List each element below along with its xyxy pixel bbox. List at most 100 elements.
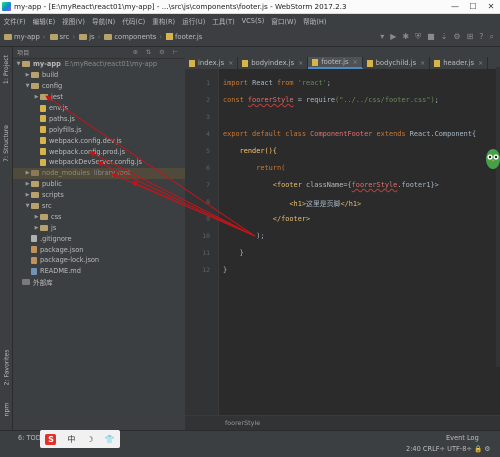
vcs-update-icon[interactable]: ⇣ bbox=[441, 32, 448, 41]
help-icon[interactable]: ? bbox=[479, 32, 483, 41]
minimize-button[interactable]: — bbox=[446, 2, 464, 11]
close-tab-icon[interactable]: × bbox=[298, 60, 303, 67]
menu-help[interactable]: 帮助(H) bbox=[300, 16, 330, 26]
close-button[interactable]: ✕ bbox=[482, 2, 500, 11]
menu-refactor[interactable]: 重构(R) bbox=[149, 16, 179, 26]
chevron-right-icon[interactable]: ▶ bbox=[24, 181, 31, 187]
menu-window[interactable]: 窗口(W) bbox=[268, 16, 300, 26]
settings-icon[interactable]: ⚙ bbox=[453, 32, 460, 41]
tree-item[interactable]: env.js bbox=[13, 103, 185, 114]
chevron-right-icon[interactable]: ▶ bbox=[33, 94, 40, 100]
project-view-dropdown[interactable]: 项目 bbox=[17, 48, 29, 57]
menu-file[interactable]: 文件(F) bbox=[0, 16, 29, 26]
tree-item[interactable]: webpack.config.prod.js bbox=[13, 146, 185, 157]
run-config-dropdown[interactable]: ▾ bbox=[380, 32, 384, 41]
chevron-down-icon[interactable]: ▼ bbox=[15, 61, 22, 67]
close-tab-icon[interactable]: × bbox=[420, 60, 425, 67]
breadcrumb-footer-js[interactable]: footer.js bbox=[162, 33, 202, 41]
editor-tab[interactable]: bodyindex.js × bbox=[238, 57, 309, 69]
tree-item[interactable]: polyfills.js bbox=[13, 124, 185, 135]
chevron-right-icon[interactable]: ▶ bbox=[24, 72, 31, 78]
tree-item[interactable]: ▶ css bbox=[13, 211, 185, 222]
menu-vcs[interactable]: VCS(S) bbox=[238, 17, 268, 25]
tool-tab-project[interactable]: 1: Project bbox=[0, 49, 13, 89]
chevron-right-icon[interactable]: ▶ bbox=[24, 170, 31, 176]
tree-item[interactable]: ▼ my-app E:\myReact\react01\my-app bbox=[13, 59, 185, 70]
menu-edit[interactable]: 编辑(E) bbox=[29, 16, 59, 26]
tool-tab-structure[interactable]: 7: Structure bbox=[0, 121, 13, 165]
stop-icon[interactable]: ■ bbox=[427, 32, 435, 41]
menu-navigate[interactable]: 导航(N) bbox=[88, 16, 118, 26]
caret-position-info[interactable]: 2:40 CRLF÷ UTF-8÷ 🔒 ⚙ bbox=[406, 445, 490, 453]
debug-icon[interactable]: ✱ bbox=[402, 32, 409, 41]
chevron-right-icon[interactable]: ▶ bbox=[33, 225, 40, 231]
tree-item[interactable]: ▶ public bbox=[13, 179, 185, 190]
menu-code[interactable]: 代码(C) bbox=[119, 16, 149, 26]
chevron-down-icon[interactable]: ▼ bbox=[24, 203, 31, 209]
editor-tab[interactable]: index.js × bbox=[185, 57, 239, 69]
code-area[interactable]: import React from 'react'; const foorerS… bbox=[223, 69, 498, 415]
menu-tools[interactable]: 工具(T) bbox=[209, 16, 238, 26]
code-line: ); bbox=[256, 232, 265, 240]
breadcrumb-components[interactable]: components › bbox=[100, 33, 162, 41]
tree-item[interactable]: 外部库 bbox=[13, 277, 185, 288]
tree-item[interactable]: ▶ scripts bbox=[13, 190, 185, 201]
editor-tab-label: bodyindex.js bbox=[251, 59, 295, 67]
chevron-down-icon[interactable]: ▼ bbox=[24, 83, 31, 89]
line-number: 12 bbox=[202, 266, 210, 274]
ime-language-toggle[interactable]: 中 bbox=[67, 434, 75, 445]
structure-icon[interactable]: ⊞ bbox=[467, 32, 474, 41]
close-tab-icon[interactable]: × bbox=[353, 59, 358, 66]
chevron-right-icon[interactable]: ▶ bbox=[33, 214, 40, 220]
tree-item[interactable]: webpackDevServer.config.js bbox=[13, 157, 185, 168]
code-line: } bbox=[223, 266, 228, 274]
coverage-icon[interactable]: ⛨ bbox=[415, 32, 421, 42]
chevron-right-icon[interactable]: ▶ bbox=[24, 192, 31, 198]
js-file-icon bbox=[312, 58, 319, 66]
tool-tab-npm[interactable]: npm bbox=[0, 401, 13, 417]
tree-item[interactable]: ▼ src bbox=[13, 201, 185, 212]
breadcrumb-my-app[interactable]: my-app › bbox=[0, 33, 46, 41]
tree-item-label: build bbox=[42, 71, 59, 80]
moon-icon[interactable]: ☽ bbox=[86, 435, 93, 444]
right-scroll-strip[interactable] bbox=[496, 67, 500, 367]
tree-item[interactable]: .gitignore bbox=[13, 233, 185, 244]
breadcrumb-label: src bbox=[59, 32, 70, 41]
editor-breadcrumb: foorerStyle bbox=[185, 415, 500, 430]
line-number: 5 bbox=[206, 147, 210, 155]
tree-item[interactable]: package-lock.json bbox=[13, 255, 185, 266]
run-icon[interactable]: ▶ bbox=[390, 32, 396, 41]
js-icon bbox=[40, 158, 46, 166]
tree-item[interactable]: webpack.config.dev.js bbox=[13, 135, 185, 146]
tree-item[interactable]: package.json bbox=[13, 244, 185, 255]
tree-item[interactable]: ▶ js bbox=[13, 222, 185, 233]
tree-item[interactable]: paths.js bbox=[13, 113, 185, 124]
code-line: const foorerStyle = require("../../css/f… bbox=[223, 96, 439, 104]
tree-item-label: README.md bbox=[40, 267, 81, 276]
tree-item[interactable]: ▼ config bbox=[13, 81, 185, 92]
tree-item[interactable]: README.md bbox=[13, 266, 185, 277]
maximize-button[interactable]: ☐ bbox=[464, 2, 482, 11]
folder-icon bbox=[40, 224, 48, 231]
breadcrumb-js[interactable]: js › bbox=[75, 33, 100, 41]
md-icon bbox=[31, 267, 37, 275]
editor-tab[interactable]: header.js × bbox=[430, 57, 489, 69]
tree-item[interactable]: ▶ jest bbox=[13, 92, 185, 103]
event-log-button[interactable]: Event Log bbox=[446, 434, 479, 442]
project-header-tools[interactable]: ⊕ ⇅ ⚙ ⊢ bbox=[133, 49, 185, 56]
menu-view[interactable]: 视图(V) bbox=[59, 16, 89, 26]
menu-run[interactable]: 运行(U) bbox=[179, 16, 209, 26]
close-tab-icon[interactable]: × bbox=[228, 60, 233, 67]
skin-shirt-icon[interactable]: 👕 bbox=[105, 435, 115, 444]
project-panel-header: 项目 ⊕ ⇅ ⚙ ⊢ bbox=[13, 47, 185, 59]
editor-tab-label: index.js bbox=[198, 59, 225, 67]
tool-tab-favorites[interactable]: 2: Favorites bbox=[0, 347, 13, 387]
close-tab-icon[interactable]: × bbox=[478, 60, 483, 67]
tree-item[interactable]: ▶ build bbox=[13, 70, 185, 81]
editor-tab[interactable]: footer.js × bbox=[308, 57, 363, 69]
breadcrumb-src[interactable]: src › bbox=[46, 32, 75, 41]
tree-item[interactable]: ▶ node_modules library root bbox=[13, 167, 185, 179]
editor-tab[interactable]: bodychild.js × bbox=[363, 57, 431, 69]
search-icon[interactable]: ⌕ bbox=[490, 32, 494, 42]
sogou-logo-icon[interactable]: S bbox=[45, 433, 57, 445]
